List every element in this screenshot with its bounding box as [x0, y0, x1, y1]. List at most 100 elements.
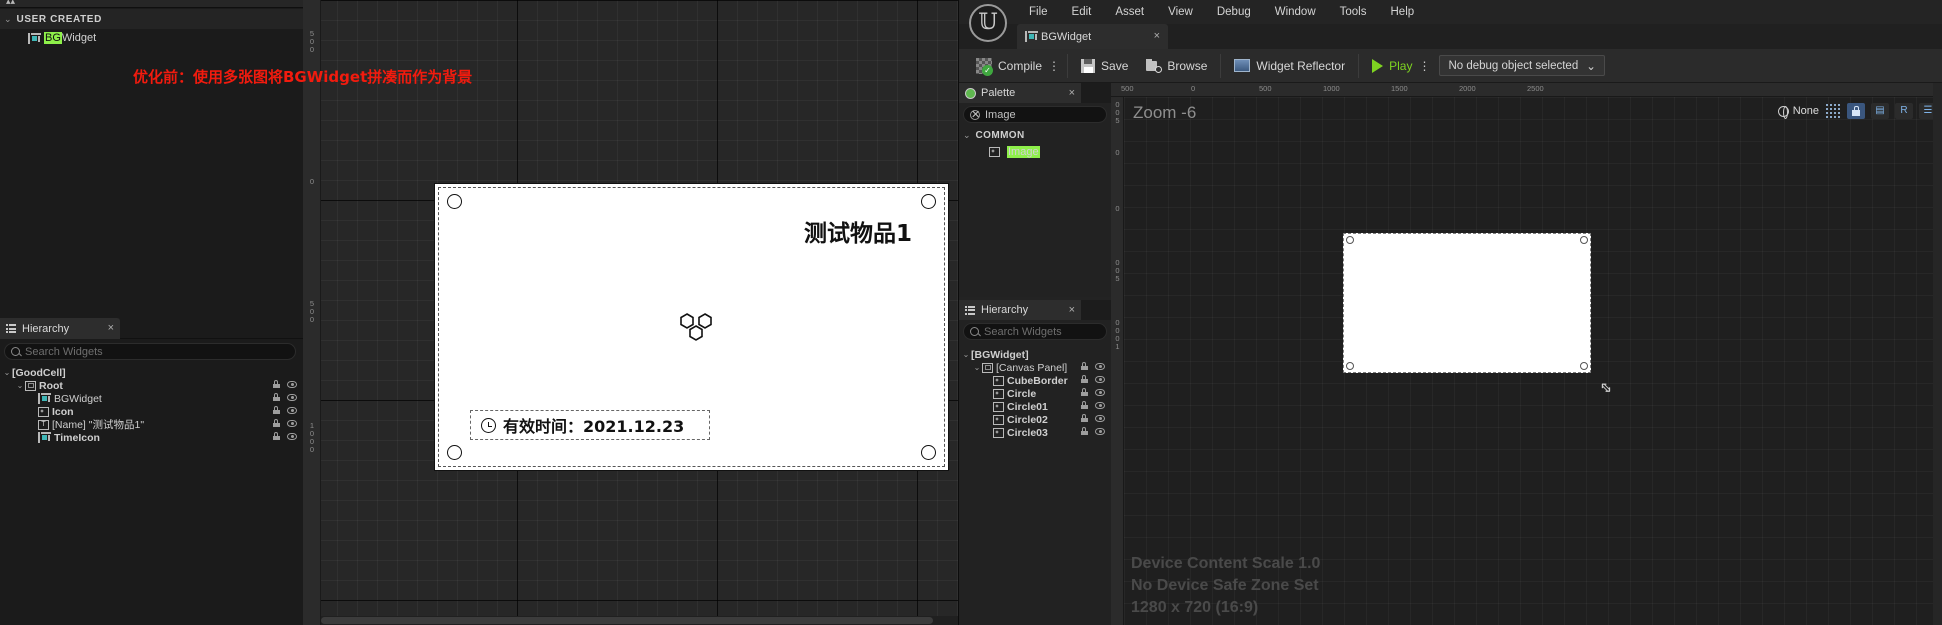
- debug-object-select[interactable]: No debug object selected ⌄: [1439, 55, 1605, 76]
- tree-row--canvas-panel-[interactable]: ⌄ [Canvas Panel]: [959, 361, 1111, 374]
- eye-icon[interactable]: [1095, 414, 1105, 422]
- row-visibility-controls[interactable]: [273, 406, 297, 414]
- eye-icon[interactable]: [1095, 388, 1105, 396]
- resize-handle-bottom-right[interactable]: [1580, 362, 1588, 370]
- play-options-icon[interactable]: ⋮: [1418, 60, 1430, 72]
- snap-none-button[interactable]: None: [1777, 105, 1819, 119]
- dot-grid-icon[interactable]: [1825, 103, 1841, 119]
- resize-handle-top-left[interactable]: [1346, 236, 1354, 244]
- chevron-down-icon[interactable]: ⌄: [961, 350, 971, 359]
- widget-designer-canvas[interactable]: 500 0 500 1000 测试物品1 有效时间：2021.12.23: [303, 0, 958, 625]
- palette-group-common[interactable]: ⌄ COMMON: [963, 128, 1111, 143]
- row-visibility-controls[interactable]: [1081, 401, 1105, 409]
- preview-widget-card[interactable]: ⇕: [1343, 233, 1618, 399]
- resize-handle-bottom-left[interactable]: [447, 445, 462, 460]
- menu-file[interactable]: File: [1017, 0, 1060, 24]
- clear-search-icon[interactable]: ✕: [970, 109, 980, 120]
- chevron-down-icon[interactable]: ⌄: [972, 363, 982, 372]
- row-visibility-controls[interactable]: [273, 419, 297, 427]
- menu-tools[interactable]: Tools: [1328, 0, 1379, 24]
- resize-handle-bottom-right[interactable]: [921, 445, 936, 460]
- tree-row--name-1-[interactable]: T [Name] "测试物品1": [0, 418, 303, 431]
- resize-handle-top-left[interactable]: [447, 194, 462, 209]
- menu-edit[interactable]: Edit: [1060, 0, 1104, 24]
- row-visibility-controls[interactable]: [273, 380, 297, 388]
- menu-window[interactable]: Window: [1263, 0, 1328, 24]
- row-visibility-controls[interactable]: [1081, 427, 1105, 435]
- tree-row-circle03[interactable]: Circle03: [959, 426, 1111, 439]
- tree-row-root[interactable]: ⌄ Root: [0, 379, 303, 392]
- save-button[interactable]: Save: [1072, 49, 1137, 83]
- unreal-engine-logo[interactable]: 𝕌: [969, 4, 1007, 42]
- tab-bgwidget[interactable]: BGWidget ×: [1017, 24, 1168, 49]
- close-icon[interactable]: ×: [1154, 31, 1160, 42]
- browse-button[interactable]: Browse: [1137, 49, 1216, 83]
- lock-icon[interactable]: [273, 393, 280, 401]
- close-icon[interactable]: ×: [1069, 87, 1075, 99]
- row-visibility-controls[interactable]: [273, 393, 297, 401]
- tree-row-timeicon[interactable]: TimeIcon: [0, 431, 303, 444]
- tree-row-icon[interactable]: Icon: [0, 405, 303, 418]
- row-visibility-controls[interactable]: [1081, 362, 1105, 370]
- compile-options-icon[interactable]: ⋮: [1048, 60, 1060, 72]
- tab-hierarchy-left[interactable]: Hierarchy ×: [0, 318, 120, 339]
- search-widgets-input-left[interactable]: Search Widgets: [4, 343, 296, 360]
- chevron-down-icon[interactable]: ⌄: [15, 381, 25, 390]
- row-visibility-controls[interactable]: [1081, 375, 1105, 383]
- right-side-scrollbar[interactable]: [1933, 83, 1942, 625]
- rotate-button[interactable]: R: [1895, 103, 1913, 119]
- collapse-caret-icon[interactable]: ▴▴: [6, 0, 15, 7]
- row-visibility-controls[interactable]: [273, 432, 297, 440]
- eye-icon[interactable]: [287, 393, 297, 401]
- resize-handle-top-right[interactable]: [1580, 236, 1588, 244]
- lock-icon[interactable]: [1081, 362, 1088, 370]
- close-icon[interactable]: ×: [108, 323, 114, 334]
- row-visibility-controls[interactable]: [1081, 388, 1105, 396]
- close-icon[interactable]: ×: [1069, 304, 1075, 316]
- lock-icon[interactable]: [273, 380, 280, 388]
- user-created-section-header[interactable]: ⌄ USER CREATED: [0, 9, 303, 29]
- lock-icon[interactable]: [273, 432, 280, 440]
- lock-icon[interactable]: [1847, 103, 1865, 119]
- eye-icon[interactable]: [1095, 401, 1105, 409]
- palette-item-image[interactable]: Image: [989, 146, 1040, 158]
- lock-icon[interactable]: [273, 406, 280, 414]
- chevron-down-icon[interactable]: ⌄: [2, 368, 12, 377]
- menu-debug[interactable]: Debug: [1205, 0, 1263, 24]
- eye-icon[interactable]: [1095, 427, 1105, 435]
- lock-icon[interactable]: [1081, 388, 1088, 396]
- tab-palette[interactable]: Palette ×: [959, 83, 1081, 103]
- menu-asset[interactable]: Asset: [1103, 0, 1156, 24]
- designer-widget-card[interactable]: 测试物品1 有效时间：2021.12.23: [434, 183, 949, 471]
- lock-icon[interactable]: [1081, 427, 1088, 435]
- tree-row-cubeborder[interactable]: CubeBorder: [959, 374, 1111, 387]
- fill-screen-icon[interactable]: ▤: [1871, 103, 1889, 119]
- lock-icon[interactable]: [1081, 414, 1088, 422]
- eye-icon[interactable]: [287, 419, 297, 427]
- user-created-asset-bgwidget[interactable]: BGWidget: [0, 29, 303, 47]
- eye-icon[interactable]: [1095, 362, 1105, 370]
- canvas-horizontal-scrollbar[interactable]: [321, 616, 958, 625]
- compile-button[interactable]: Compile ⋮: [967, 49, 1063, 83]
- resize-handle-bottom-left[interactable]: [1346, 362, 1354, 370]
- tree-row-circle[interactable]: Circle: [959, 387, 1111, 400]
- eye-icon[interactable]: [1095, 375, 1105, 383]
- menu-help[interactable]: Help: [1379, 0, 1427, 24]
- tree-row--bgwidget-[interactable]: ⌄ [BGWidget]: [959, 348, 1111, 361]
- tree-row-circle02[interactable]: Circle02: [959, 413, 1111, 426]
- tree-row-bgwidget[interactable]: BGWidget: [0, 392, 303, 405]
- tree-row--goodcell-[interactable]: ⌄ [GoodCell]: [0, 366, 303, 379]
- tree-row-circle01[interactable]: Circle01: [959, 400, 1111, 413]
- tab-hierarchy-right[interactable]: Hierarchy ×: [959, 300, 1081, 320]
- eye-icon[interactable]: [287, 432, 297, 440]
- eye-icon[interactable]: [287, 406, 297, 414]
- search-widgets-input-right[interactable]: Search Widgets: [963, 323, 1107, 340]
- widget-reflector-button[interactable]: Widget Reflector: [1225, 49, 1354, 83]
- lock-icon[interactable]: [273, 419, 280, 427]
- row-visibility-controls[interactable]: [1081, 414, 1105, 422]
- eye-icon[interactable]: [287, 380, 297, 388]
- preview-viewport[interactable]: 500 0 500 1000 1500 2000 2500 005 0 0 005 0001…: [1111, 83, 1942, 625]
- lock-icon[interactable]: [1081, 375, 1088, 383]
- resize-handle-top-right[interactable]: [921, 194, 936, 209]
- lock-icon[interactable]: [1081, 401, 1088, 409]
